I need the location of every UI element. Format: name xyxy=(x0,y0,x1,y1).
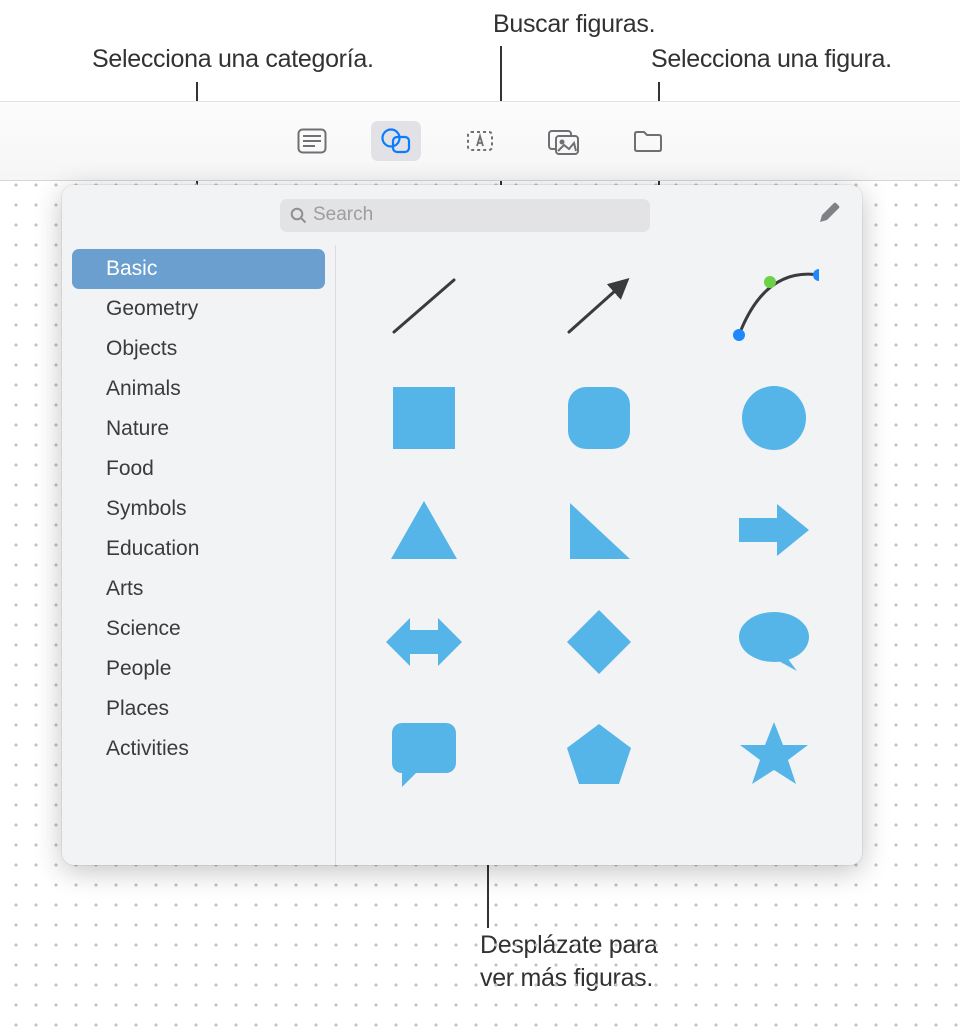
sidebar-item-food[interactable]: Food xyxy=(72,449,325,489)
sidebar-item-label: Arts xyxy=(106,577,143,601)
search-field[interactable] xyxy=(280,199,650,232)
sidebar-item-science[interactable]: Science xyxy=(72,609,325,649)
shape-diamond[interactable] xyxy=(554,601,644,683)
sidebar-item-label: Symbols xyxy=(106,497,187,521)
shape-pentagon[interactable] xyxy=(554,713,644,795)
shape-square[interactable] xyxy=(379,377,469,459)
sidebar-item-nature[interactable]: Nature xyxy=(72,409,325,449)
sidebar-item-education[interactable]: Education xyxy=(72,529,325,569)
sidebar-item-label: People xyxy=(106,657,171,681)
shape-circle[interactable] xyxy=(729,377,819,459)
sidebar: Basic Geometry Objects Animals Nature Fo… xyxy=(62,245,336,865)
shape-curve[interactable] xyxy=(729,265,819,347)
textbox-tool-icon[interactable] xyxy=(455,121,505,161)
shape-triangle[interactable] xyxy=(379,489,469,571)
shape-speech-bubble-rect[interactable] xyxy=(379,713,469,795)
shapes-grid[interactable] xyxy=(336,245,862,865)
shapes-tool-icon[interactable] xyxy=(371,121,421,161)
shape-star[interactable] xyxy=(729,713,819,795)
sidebar-item-label: Activities xyxy=(106,737,189,761)
sidebar-item-people[interactable]: People xyxy=(72,649,325,689)
shape-speech-bubble-oval[interactable] xyxy=(729,601,819,683)
toolbar xyxy=(0,101,960,181)
sidebar-item-label: Basic xyxy=(106,257,157,281)
sidebar-item-places[interactable]: Places xyxy=(72,689,325,729)
shape-line[interactable] xyxy=(379,265,469,347)
text-tool-icon[interactable] xyxy=(287,121,337,161)
sidebar-item-geometry[interactable]: Geometry xyxy=(72,289,325,329)
search-icon xyxy=(290,207,307,224)
shapes-popover: Basic Geometry Objects Animals Nature Fo… xyxy=(62,185,862,865)
sidebar-item-label: Animals xyxy=(106,377,181,401)
callout-category: Selecciona una categoría. xyxy=(92,45,374,74)
shape-arrow-line[interactable] xyxy=(554,265,644,347)
sidebar-item-label: Objects xyxy=(106,337,177,361)
sidebar-item-animals[interactable]: Animals xyxy=(72,369,325,409)
popover-header xyxy=(62,185,862,245)
sidebar-item-arts[interactable]: Arts xyxy=(72,569,325,609)
callout-search: Buscar figuras. xyxy=(493,10,655,39)
search-input[interactable] xyxy=(313,204,640,226)
sidebar-item-symbols[interactable]: Symbols xyxy=(72,489,325,529)
sidebar-item-label: Science xyxy=(106,617,181,641)
draw-pen-button[interactable] xyxy=(816,200,842,231)
folder-tool-icon[interactable] xyxy=(623,121,673,161)
sidebar-item-objects[interactable]: Objects xyxy=(72,329,325,369)
sidebar-item-activities[interactable]: Activities xyxy=(72,729,325,769)
media-tool-icon[interactable] xyxy=(539,121,589,161)
sidebar-item-label: Places xyxy=(106,697,169,721)
sidebar-item-label: Education xyxy=(106,537,199,561)
shape-right-triangle[interactable] xyxy=(554,489,644,571)
shape-right-arrow[interactable] xyxy=(729,489,819,571)
sidebar-item-label: Geometry xyxy=(106,297,198,321)
shape-rounded-square[interactable] xyxy=(554,377,644,459)
sidebar-item-label: Food xyxy=(106,457,154,481)
sidebar-item-label: Nature xyxy=(106,417,169,441)
sidebar-item-basic[interactable]: Basic xyxy=(72,249,325,289)
shape-double-arrow[interactable] xyxy=(379,601,469,683)
callout-shape: Selecciona una figura. xyxy=(651,45,892,74)
